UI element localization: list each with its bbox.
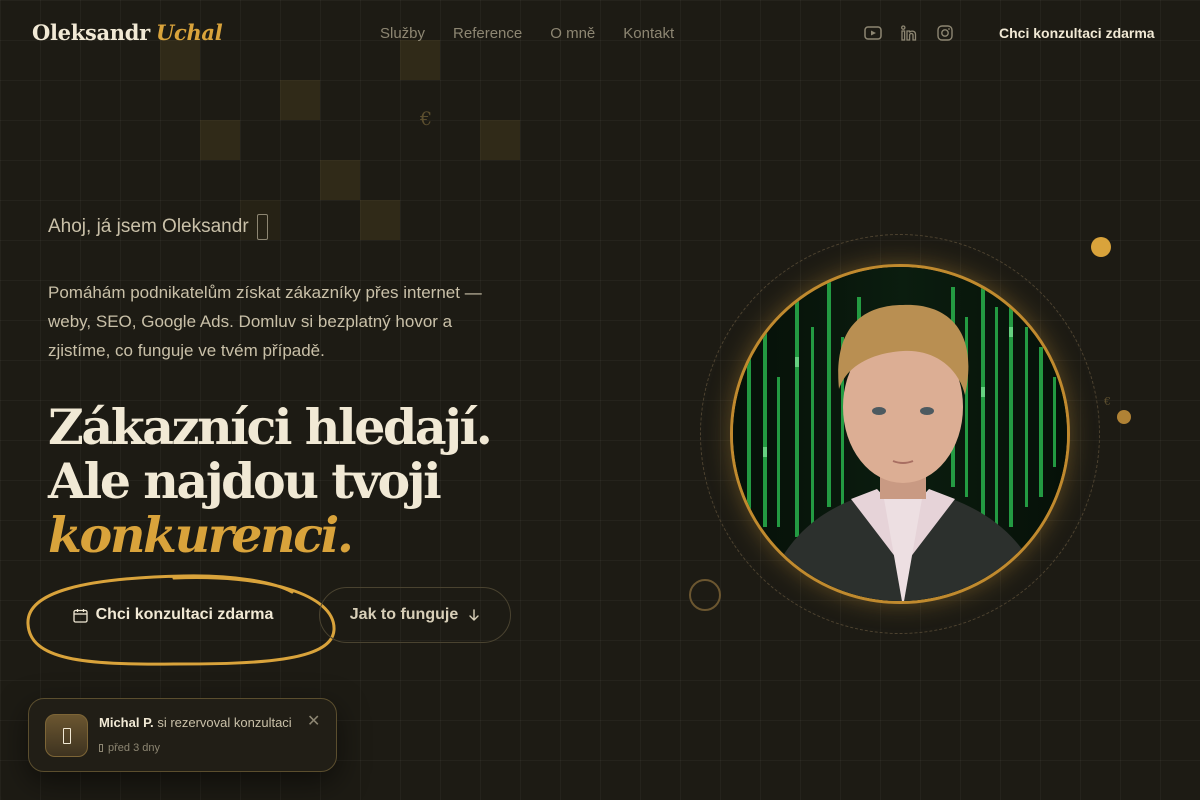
toast-time-text: před 3 dny [108, 742, 160, 754]
logo[interactable]: Oleksandr Uchal [32, 20, 223, 45]
social-links [864, 24, 954, 42]
close-icon[interactable]: ✕ [307, 711, 320, 731]
profile-photo [730, 264, 1070, 604]
toast-action: si rezervoval konzultaci [157, 715, 292, 730]
clock-icon [99, 744, 103, 752]
euro-icon: € [420, 108, 433, 130]
toast-time: před 3 dny [99, 742, 160, 754]
linkedin-icon[interactable] [900, 24, 918, 42]
primary-cta-button[interactable]: Chci konzultaci zdarma [48, 591, 298, 639]
arrow-down-icon [469, 609, 479, 621]
secondary-cta-button[interactable]: Jak to funguje [319, 587, 511, 643]
nav-item-reference[interactable]: Reference [453, 25, 522, 42]
hero-greeting: Ahoj, já jsem Oleksandr [48, 214, 268, 240]
booking-toast: Michal P. si rezervoval konzultaci před … [28, 698, 337, 772]
primary-cta-label: Chci konzultaci zdarma [95, 606, 274, 623]
greeting-text: Ahoj, já jsem Oleksandr [48, 216, 249, 237]
decor-tile [160, 40, 200, 80]
hero-lead: Pomáhám podnikatelům získat zákazníky př… [48, 283, 482, 360]
headline-line-2: Ale najdou tvoji [48, 452, 442, 510]
hero-headline: Zákazníci hledají. Ale najdou tvoji konk… [48, 398, 493, 564]
calendar-icon [72, 608, 88, 623]
headline-line-1: Zákazníci hledají. [48, 398, 493, 456]
toast-name: Michal P. [99, 715, 154, 730]
decor-tile [360, 200, 400, 240]
instagram-icon[interactable] [936, 24, 954, 42]
euro-icon: € [1104, 395, 1111, 408]
nav-item-kontakt[interactable]: Kontakt [623, 25, 674, 42]
decor-ring [689, 579, 721, 611]
logo-last-name: Uchal [155, 20, 223, 45]
main-nav: Služby Reference O mně Kontakt [380, 25, 674, 42]
decor-tile [400, 40, 440, 80]
secondary-cta-label: Jak to funguje [349, 606, 459, 623]
decor-dot [1117, 410, 1131, 424]
logo-first-name: Oleksandr [32, 20, 150, 45]
header-cta-button[interactable]: Chci konzultaci zdarma [999, 25, 1155, 41]
waving-hand-icon [256, 214, 268, 240]
nav-item-o-mne[interactable]: O mně [550, 25, 595, 42]
decor-dot [1091, 237, 1111, 257]
nav-item-sluzby[interactable]: Služby [380, 25, 425, 42]
headline-highlight: konkurenci. [48, 506, 354, 564]
toast-title: Michal P. si rezervoval konzultaci [99, 715, 292, 730]
calendar-check-icon [45, 714, 88, 757]
youtube-icon[interactable] [864, 24, 882, 42]
decor-tile [200, 120, 240, 160]
decor-tile [480, 120, 520, 160]
decor-tile [320, 160, 360, 200]
decor-tile [280, 80, 320, 120]
